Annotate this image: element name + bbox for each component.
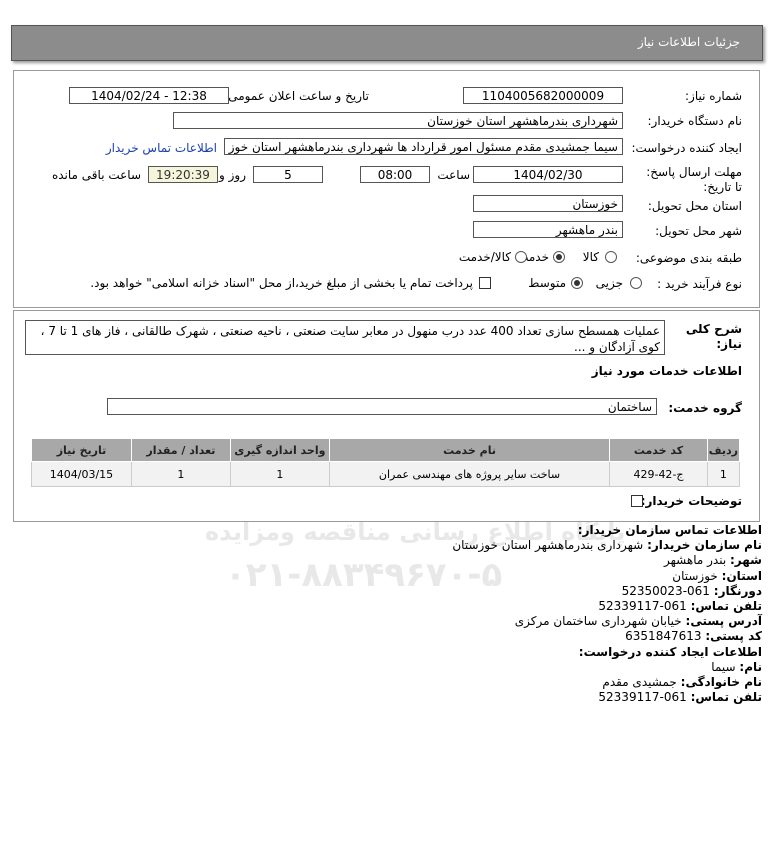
province-label: استان: — [721, 568, 762, 583]
col-need-date: تاریخ نیاز — [31, 438, 132, 462]
contact-buyer-link[interactable]: اطلاعات تماس خریدار — [106, 141, 217, 155]
cell-quantity: 1 — [130, 461, 231, 487]
org-label: نام سازمان خریدار: — [647, 538, 762, 553]
need-number-label: شماره نیاز: — [685, 89, 742, 103]
requester-label: ایجاد کننده درخواست: — [631, 141, 742, 155]
creator-phone-value: 061-52339117 — [598, 690, 687, 705]
treasury-payment-checkbox[interactable] — [479, 277, 491, 289]
services-table: ردیف کد خدمت نام خدمت واحد اندازه گیری ت… — [31, 438, 741, 487]
cell-unit: 1 — [229, 461, 330, 487]
time-remaining-label: ساعت باقی مانده — [51, 168, 141, 182]
days-and-label: روز و — [219, 168, 246, 182]
phone-value: 061-52339117 — [598, 599, 687, 614]
table-row[interactable]: 1 ج-42-429 ساخت سایر پروژه های مهندسی عم… — [31, 461, 741, 487]
general-desc-label: شرح کلی نیاز: — [685, 322, 742, 351]
need-number-field[interactable]: 1104005682000009 — [463, 87, 623, 104]
purchase-type-label: نوع فرآیند خرید : — [657, 277, 742, 291]
category-label: طبقه بندی موضوعی: — [635, 251, 742, 265]
col-row-number: ردیف — [706, 438, 741, 462]
deadline-label: مهلت ارسال پاسخ: تا تاریخ: — [646, 165, 742, 194]
category-goods-radio[interactable] — [605, 251, 617, 263]
cell-service-code: ج-42-429 — [609, 461, 708, 487]
col-service-code: کد خدمت — [609, 438, 708, 462]
deadline-hour-field[interactable]: 08:00 — [360, 166, 430, 183]
remaining-time-field: 19:20:39 — [148, 166, 218, 183]
announce-datetime-label: تاریخ و ساعت اعلان عمومی: — [224, 89, 369, 103]
phone-label: تلفن تماس: — [690, 599, 762, 614]
page-title: جزئیات اطلاعات نیاز — [637, 35, 740, 49]
announce-datetime-field[interactable]: 1404/02/24 - 12:38 — [69, 87, 229, 104]
delivery-city-field[interactable]: بندر ماهشهر — [473, 221, 623, 238]
org-value: شهرداری بندرماهشهر استان خوزستان — [452, 538, 644, 553]
fax-value: 061-52350023 — [621, 583, 710, 598]
creator-title: اطلاعات ایجاد کننده درخواست: — [578, 644, 762, 659]
delivery-province-label: استان محل تحویل: — [647, 199, 742, 213]
buyer-explanations-checkbox[interactable] — [631, 495, 643, 507]
first-name-label: نام: — [739, 659, 762, 674]
category-goods-service-radio[interactable] — [515, 251, 527, 263]
deadline-date-field[interactable]: 1404/02/30 — [473, 166, 623, 183]
contact-title: اطلاعات تماس سازمان خریدار: — [577, 523, 762, 537]
page-header: جزئیات اطلاعات نیاز — [11, 25, 763, 61]
province-value: خوزستان — [672, 568, 718, 583]
col-service-name: نام خدمت — [328, 438, 611, 462]
days-field[interactable]: 5 — [253, 166, 323, 183]
city-value: بندر ماهشهر — [664, 553, 727, 568]
contact-info: اطلاعات تماس سازمان خریدار: نام سازمان خ… — [22, 523, 762, 705]
postal-value: 6351847613 — [625, 629, 702, 644]
category-service-radio[interactable] — [553, 251, 565, 263]
fax-label: دورنگار: — [713, 583, 762, 598]
city-label: شهر: — [730, 553, 762, 568]
postal-label: کد پستی: — [705, 629, 762, 644]
buyer-org-field[interactable]: شهرداری بندرماهشهر استان خوزستان — [173, 112, 623, 129]
buyer-org-label: نام دستگاه خریدار: — [647, 114, 743, 128]
address-label: آدرس پستی: — [685, 614, 762, 629]
last-name-value: جمشیدی مقدم — [602, 675, 677, 690]
col-unit: واحد اندازه گیری — [229, 438, 330, 462]
category-goods-service-label: کالا/خدمت — [458, 250, 511, 264]
purchase-partial-label: جزیی — [595, 276, 623, 290]
service-group-field[interactable]: ساختمان — [107, 398, 657, 415]
treasury-payment-note: پرداخت تمام یا بخشی از مبلغ خرید،از محل … — [90, 276, 473, 290]
purchase-medium-label: متوسط — [528, 276, 566, 290]
requester-field[interactable]: سیما جمشیدی مقدم مسئول امور قرارداد ها ش… — [224, 138, 623, 155]
deadline-hour-label: ساعت — [437, 168, 470, 182]
category-goods-label: کالا — [582, 250, 599, 264]
cell-service-name: ساخت سایر پروژه های مهندسی عمران — [328, 461, 611, 487]
delivery-province-field[interactable]: خوزستان — [473, 195, 623, 212]
delivery-city-label: شهر محل تحویل: — [655, 224, 742, 238]
buyer-explanations-label: توضیحات خریدار: — [640, 494, 742, 508]
last-name-label: نام خانوادگی: — [680, 675, 762, 690]
creator-phone-label: تلفن تماس: — [690, 690, 762, 705]
cell-need-date: 1404/03/15 — [31, 461, 132, 487]
first-name-value: سیما — [711, 659, 736, 674]
cell-row-number: 1 — [706, 461, 741, 487]
col-quantity: تعداد / مقدار — [130, 438, 231, 462]
address-value: خیابان شهرداری ساختمان مرکزی — [514, 614, 682, 629]
table-header-row: ردیف کد خدمت نام خدمت واحد اندازه گیری ت… — [31, 438, 741, 462]
purchase-medium-radio[interactable] — [571, 277, 583, 289]
purchase-partial-radio[interactable] — [630, 277, 642, 289]
general-desc-field[interactable]: عملیات همسطح سازی تعداد 400 عدد درب منهو… — [25, 320, 665, 355]
services-info-title: اطلاعات خدمات مورد نیاز — [591, 364, 742, 378]
service-group-label: گروه خدمت: — [668, 401, 742, 415]
